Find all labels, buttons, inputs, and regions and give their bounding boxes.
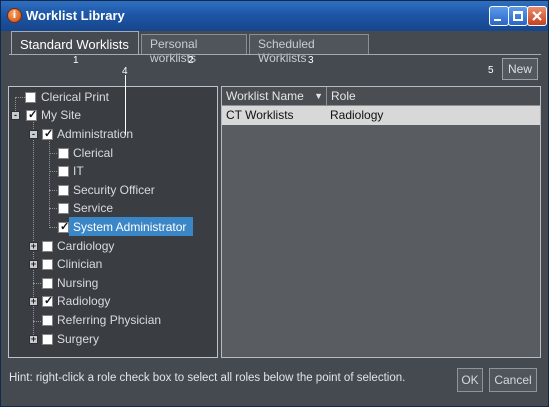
tab-divider [9, 54, 541, 55]
tree-item-label: Referring Physician [57, 313, 162, 327]
cell-role: Radiology [330, 108, 384, 122]
ok-button[interactable]: OK [457, 368, 483, 392]
checkbox[interactable] [42, 334, 53, 345]
callout-3: 3 [308, 55, 314, 66]
column-header-role[interactable]: Role [327, 87, 540, 106]
check-icon: ✓ [44, 295, 54, 307]
column-header-label: Worklist Name [226, 89, 304, 103]
maximize-button[interactable] [508, 6, 528, 26]
tree-line [49, 208, 57, 209]
tree-item-label: Clinician [57, 257, 103, 271]
sort-down-icon: ▼ [314, 91, 323, 101]
tree-line [49, 153, 57, 154]
checkbox[interactable] [58, 148, 69, 159]
tree-item-label: Administration [57, 127, 134, 141]
check-icon: ✓ [60, 221, 70, 233]
tree-item-label: Clerical Print [41, 90, 110, 104]
tree-line [33, 321, 41, 322]
expand-icon[interactable]: + [29, 335, 38, 344]
tree-line [49, 227, 57, 228]
checkbox[interactable] [42, 278, 53, 289]
callout-pointer [125, 75, 126, 135]
tree-line [49, 190, 57, 191]
tree-line [49, 171, 57, 172]
minimize-icon [494, 19, 501, 21]
tree-item-label: Security Officer [73, 183, 155, 197]
checkbox[interactable] [58, 203, 69, 214]
checkbox[interactable] [42, 315, 53, 326]
tree-item-label: Clerical [73, 146, 114, 160]
tab-standard-worklists[interactable]: Standard Worklists [11, 31, 139, 55]
tree-item-label: IT [73, 164, 84, 178]
checkbox[interactable] [25, 92, 36, 103]
tree-line [33, 283, 41, 284]
cell-worklist-name: CT Worklists [226, 108, 294, 122]
close-button[interactable] [527, 6, 547, 26]
worklist-grid[interactable]: Worklist Name ▼ Role CT Worklists Radiol… [221, 86, 541, 358]
new-button[interactable]: New [502, 58, 538, 80]
tree-line [49, 138, 50, 228]
tree-line [33, 119, 34, 339]
tree-item-label: Radiology [57, 294, 111, 308]
checkbox[interactable]: ✓ [26, 109, 38, 121]
callout-1: 1 [73, 55, 79, 66]
info-icon: i [7, 8, 22, 23]
checkbox[interactable] [58, 166, 69, 177]
window-title: Worklist Library [26, 8, 125, 23]
hint-text: Hint: right-click a role check box to se… [9, 372, 406, 384]
checkbox[interactable]: ✓ [42, 295, 54, 307]
expand-icon[interactable]: + [29, 242, 38, 251]
tab-scheduled-worklists[interactable]: Scheduled Worklists [249, 34, 369, 65]
tree-item-label: Cardiology [57, 239, 115, 253]
collapse-icon[interactable]: - [29, 130, 38, 139]
title-bar[interactable]: i Worklist Library [1, 1, 548, 31]
tab-personal-worklists[interactable]: Personal worklists [141, 34, 247, 65]
check-icon: ✓ [28, 109, 38, 121]
tree-item-label: Nursing [57, 276, 99, 290]
checkbox[interactable] [42, 241, 53, 252]
table-row[interactable]: CT Worklists Radiology [222, 106, 540, 125]
close-icon [532, 11, 542, 21]
checkbox[interactable]: ✓ [58, 221, 70, 233]
worklist-library-window: i Worklist Library Standard Worklists Pe… [0, 0, 549, 407]
expand-icon[interactable]: + [29, 297, 38, 306]
tree-item-label: My Site [41, 108, 82, 122]
collapse-icon[interactable]: - [11, 111, 20, 120]
checkbox[interactable] [42, 259, 53, 270]
minimize-button[interactable] [489, 6, 509, 26]
callout-2: 2 [188, 55, 194, 66]
expand-icon[interactable]: + [29, 260, 38, 269]
checkbox[interactable] [58, 185, 69, 196]
checkbox[interactable]: ✓ [42, 128, 54, 140]
tree-item-label: Service [73, 201, 114, 215]
tree-item-label: Surgery [57, 332, 100, 346]
callout-5: 5 [488, 65, 494, 76]
column-header-worklist-name[interactable]: Worklist Name ▼ [222, 87, 327, 106]
tree-line [15, 97, 25, 98]
tree-item-label: System Administrator [73, 220, 187, 234]
check-icon: ✓ [44, 128, 54, 140]
maximize-icon [513, 11, 523, 21]
cancel-button[interactable]: Cancel [489, 368, 537, 392]
